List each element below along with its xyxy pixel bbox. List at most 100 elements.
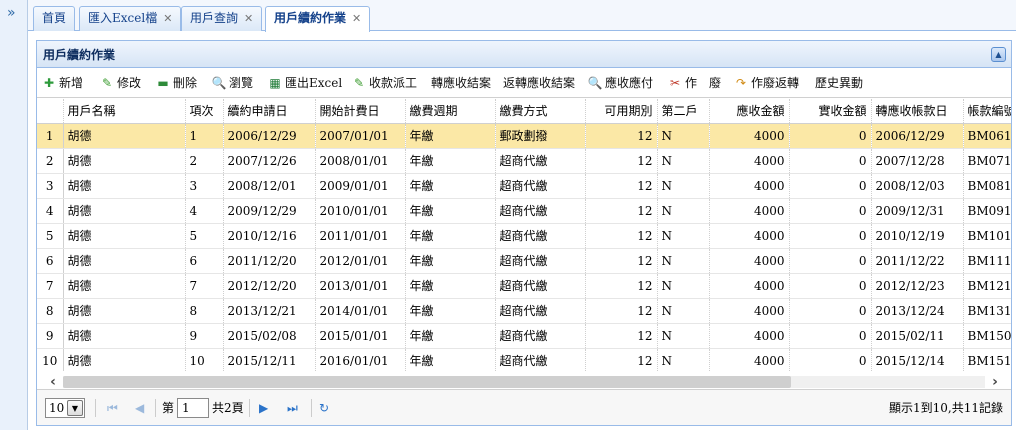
column-header[interactable]: 實收金額 (789, 99, 872, 124)
table-cell: 年繳 (405, 223, 496, 249)
table-row[interactable]: 9 胡德 9 2015/02/08 2015/01/01 年繳 超商代繳 12 N 4000 0 20… (37, 323, 1011, 349)
toolbar-button-label: 作 廢 (685, 76, 722, 90)
tabs-bar: 首頁 匯入Excel檔 ✕ 用戶查詢 ✕ 用戶續約作業 ✕ (28, 0, 1016, 32)
column-header[interactable]: 繳費週期 (405, 99, 496, 124)
row-number: 9 (37, 323, 64, 349)
column-header[interactable]: 可用期別 (585, 99, 658, 124)
scroll-left-icon[interactable]: ‹ (45, 374, 61, 390)
column-header[interactable]: 繳費方式 (495, 99, 586, 124)
tab-home[interactable]: 首頁 (33, 6, 76, 31)
close-icon[interactable]: ✕ (352, 12, 361, 25)
table-cell: BM0812 (963, 173, 1011, 199)
table-cell: 2006/12/29 (871, 123, 964, 149)
table-cell: 2007/12/28 (871, 148, 964, 174)
table-cell: 4 (185, 198, 224, 224)
table-cell: 超商代繳 (495, 198, 586, 224)
table-cell: 年繳 (405, 148, 496, 174)
toolbar-button-label: 匯出Excel (285, 76, 343, 90)
table-row[interactable]: 6 胡德 6 2011/12/20 2012/01/01 年繳 超商代繳 12 N 4000 0 20… (37, 248, 1011, 274)
table-cell: 2016/01/01 (315, 348, 406, 371)
column-header[interactable]: 項次 (185, 99, 224, 124)
redo-icon: ↷ (735, 76, 747, 90)
table-cell: N (657, 348, 710, 371)
column-header[interactable]: 應收金額 (709, 99, 790, 124)
renewal-panel: 用戶續約作業 ▲ ✚ 新增 ✎ 修改 ▬ 刪除 🔍 瀏覽 ▦ 匯出Excel ✎ 收款派工 轉應收結案返… (36, 40, 1012, 426)
table-cell: 2010/01/01 (315, 198, 406, 224)
table-cell: 2014/01/01 (315, 298, 406, 324)
table-row[interactable]: 4 胡德 4 2009/12/29 2010/01/01 年繳 超商代繳 12 N 4000 0 20… (37, 198, 1011, 224)
pager-separator (311, 399, 312, 417)
scroll-track[interactable] (63, 376, 985, 388)
table-row[interactable]: 7 胡德 7 2012/12/20 2013/01/01 年繳 超商代繳 12 N 4000 0 20… (37, 273, 1011, 299)
table-row[interactable]: 10 胡德 10 2015/12/11 2016/01/01 年繳 超商代繳 12 N 4000 0… (37, 348, 1011, 371)
page-size-value: 10 (49, 401, 65, 415)
close-icon[interactable]: ✕ (244, 12, 253, 25)
table-row[interactable]: 1 胡德 1 2006/12/29 2007/01/01 年繳 郵政劃撥 12 N 4000 0 20… (37, 123, 1011, 149)
row-number: 2 (37, 148, 64, 174)
last-page-icon[interactable]: ⏭ (287, 400, 298, 416)
table-cell: 1 (185, 123, 224, 149)
table-cell: 超商代繳 (495, 273, 586, 299)
table-cell: 超商代繳 (495, 223, 586, 249)
column-header[interactable]: 帳款編號 (963, 99, 1011, 124)
toolbar-button[interactable]: ✂ 作 廢 (667, 74, 721, 92)
scroll-thumb[interactable] (63, 376, 791, 388)
first-page-icon[interactable]: ⏮ (107, 400, 118, 416)
table-cell: 7 (185, 273, 224, 299)
scroll-right-icon[interactable]: › (987, 374, 1003, 390)
toolbar-button[interactable]: ↷ 作廢返轉 (733, 74, 799, 92)
horizontal-scrollbar[interactable]: ‹ › (45, 374, 1003, 390)
column-header[interactable]: 續約申請日 (223, 99, 316, 124)
table-cell: 年繳 (405, 198, 496, 224)
table-cell: N (657, 248, 710, 274)
toolbar-button[interactable]: ▬ 刪除 (155, 74, 197, 92)
panel-title: 用戶續約作業 (43, 48, 116, 62)
table-cell: 胡德 (63, 298, 186, 324)
table-cell: 2010/12/19 (871, 223, 964, 249)
table-cell: 2010/12/16 (223, 223, 316, 249)
side-collapse-strip: » (0, 0, 28, 430)
toolbar-button[interactable]: ✎ 修改 (99, 74, 141, 92)
row-number: 5 (37, 223, 64, 249)
next-page-icon[interactable]: ▶ (259, 400, 268, 416)
table-cell: 4000 (709, 123, 790, 149)
table-row[interactable]: 2 胡德 2 2007/12/26 2008/01/01 年繳 超商代繳 12 N 4000 0 20… (37, 148, 1011, 174)
table-cell: 2007/12/26 (223, 148, 316, 174)
toolbar-button[interactable]: 🔍 應收應付 (587, 74, 654, 92)
toolbar-button[interactable]: 返轉應收結案 (503, 74, 575, 92)
page-number-input[interactable]: 1 (177, 398, 209, 418)
column-header[interactable]: 開始計費日 (315, 99, 406, 124)
tab-user-renewal[interactable]: 用戶續約作業 ✕ (265, 6, 371, 32)
collapse-up-icon[interactable]: ▲ (991, 47, 1006, 62)
table-cell: 4000 (709, 198, 790, 224)
table-cell: 9 (185, 323, 224, 349)
toolbar-button[interactable]: ✎ 收款派工 (351, 74, 417, 92)
toolbar-button[interactable]: 🔍 瀏覽 (211, 74, 254, 92)
toolbar-button-label: 歷史異動 (815, 76, 864, 90)
pager-separator (155, 399, 156, 417)
table-row[interactable]: 8 胡德 8 2013/12/21 2014/01/01 年繳 超商代繳 12 N 4000 0 20… (37, 298, 1011, 324)
toolbar-button[interactable]: 轉應收結案 (431, 74, 491, 92)
column-header[interactable]: 轉應收帳款日 (871, 99, 964, 124)
table-row[interactable]: 5 胡德 5 2010/12/16 2011/01/01 年繳 超商代繳 12 N 4000 0 20… (37, 223, 1011, 249)
table-cell: 0 (789, 298, 872, 324)
row-number: 4 (37, 198, 64, 224)
table-row[interactable]: 3 胡德 3 2008/12/01 2009/01/01 年繳 超商代繳 12 N 4000 0 20… (37, 173, 1011, 199)
toolbar-button[interactable]: 歷史異動 (815, 74, 863, 92)
chevron-down-icon[interactable]: ▼ (67, 400, 83, 416)
close-icon[interactable]: ✕ (163, 12, 172, 25)
tab-import-excel[interactable]: 匯入Excel檔 ✕ (79, 6, 182, 31)
page-size-select[interactable]: 10 ▼ (45, 398, 85, 418)
table-cell: BM1012 (963, 223, 1011, 249)
table-cell: 6 (185, 248, 224, 274)
column-header[interactable]: 用戶名稱 (63, 99, 186, 124)
column-header[interactable]: 第二戶 (657, 99, 710, 124)
toolbar-button[interactable]: ▦ 匯出Excel (267, 74, 342, 92)
refresh-icon[interactable]: ↻ (319, 400, 329, 416)
table-cell: 12 (585, 123, 658, 149)
tab-user-query[interactable]: 用戶查詢 ✕ (181, 6, 263, 31)
table-cell: N (657, 323, 710, 349)
prev-page-icon[interactable]: ◀ (135, 400, 144, 416)
toolbar-button[interactable]: ✚ 新增 (41, 74, 83, 92)
expand-icon[interactable]: » (7, 6, 16, 20)
